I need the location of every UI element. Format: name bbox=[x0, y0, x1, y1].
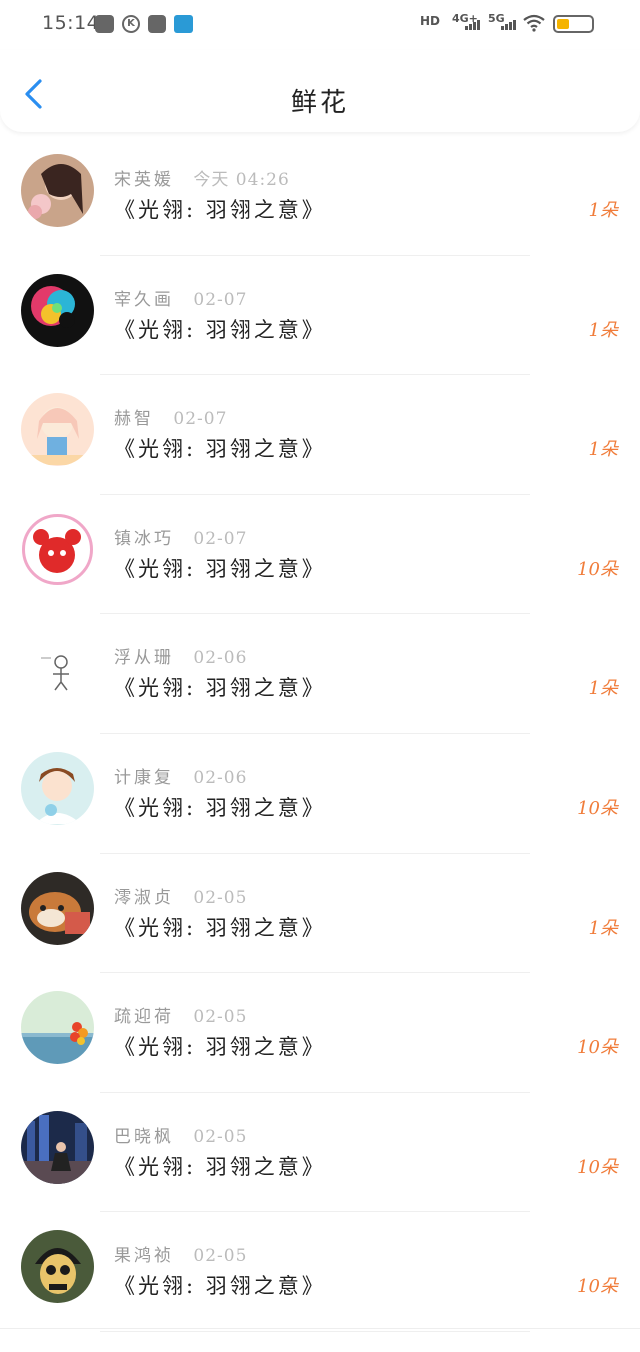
user-name[interactable]: 镇冰巧 bbox=[114, 529, 174, 549]
flower-count: 1朵 bbox=[588, 678, 618, 700]
name-time-line: 计康复 02-06 bbox=[114, 763, 247, 788]
gift-name: 《光翎: 羽翎之意》 bbox=[114, 795, 326, 820]
gift-name: 《光翎: 羽翎之意》 bbox=[114, 1035, 326, 1060]
gift-name: 《光翎: 羽翎之意》 bbox=[114, 1154, 326, 1179]
timestamp: 02-05 bbox=[193, 1246, 248, 1267]
avatar[interactable] bbox=[21, 871, 94, 945]
user-name[interactable]: 浮从珊 bbox=[114, 648, 174, 668]
gift-name: 《光翎: 羽翎之意》 bbox=[114, 317, 326, 342]
timestamp: 02-07 bbox=[193, 528, 248, 549]
avatar[interactable] bbox=[21, 1230, 94, 1304]
gift-name: 《光翎: 羽翎之意》 bbox=[114, 915, 326, 940]
cat-icon bbox=[148, 15, 166, 33]
wifi-icon bbox=[523, 14, 545, 32]
avatar[interactable] bbox=[21, 154, 94, 227]
flower-count: 1朵 bbox=[588, 319, 618, 341]
flower-count: 10朵 bbox=[577, 558, 618, 580]
user-name[interactable]: 赫智 bbox=[114, 409, 154, 429]
game-icon bbox=[95, 15, 114, 33]
user-name[interactable]: 宰久画 bbox=[114, 290, 174, 310]
list-item[interactable]: 果鸿祯 02-05 《光翎: 羽翎之意》 10朵 bbox=[0, 1212, 640, 1332]
avatar[interactable] bbox=[21, 991, 94, 1065]
timestamp: 02-07 bbox=[173, 409, 228, 430]
user-name[interactable]: 巴晓枫 bbox=[114, 1127, 174, 1147]
list-item[interactable]: 疏迎荷 02-05 《光翎: 羽翎之意》 10朵 bbox=[0, 973, 640, 1093]
flower-count: 10朵 bbox=[577, 1037, 618, 1059]
header: 鲜花 bbox=[0, 50, 640, 132]
hd-label: HD bbox=[420, 14, 441, 28]
hotspot-icon bbox=[174, 15, 193, 33]
list-item[interactable]: 计康复 02-06 《光翎: 羽翎之意》 10朵 bbox=[0, 734, 640, 854]
page-title: 鲜花 bbox=[290, 88, 349, 118]
name-time-line: 宋英媛 今天 04:26 bbox=[114, 165, 290, 190]
name-time-line: 巴晓枫 02-05 bbox=[114, 1122, 247, 1147]
gift-name: 《光翎: 羽翎之意》 bbox=[114, 676, 326, 701]
flower-count: 1朵 bbox=[588, 200, 618, 221]
name-time-line: 镇冰巧 02-07 bbox=[114, 524, 247, 549]
name-time-line: 浮从珊 02-06 bbox=[114, 643, 247, 668]
flower-count: 1朵 bbox=[588, 917, 618, 939]
avatar[interactable] bbox=[21, 632, 94, 706]
timestamp: 02-07 bbox=[193, 289, 248, 310]
timestamp: 02-05 bbox=[193, 1126, 248, 1147]
flower-count: 10朵 bbox=[577, 1156, 618, 1178]
user-name[interactable]: 宋英媛 bbox=[114, 170, 174, 190]
user-name[interactable]: 果鸿祯 bbox=[114, 1246, 174, 1266]
name-time-line: 宰久画 02-07 bbox=[114, 285, 247, 310]
timestamp: 02-06 bbox=[193, 767, 248, 788]
timestamp: 02-05 bbox=[193, 1007, 248, 1028]
name-time-line: 疏迎荷 02-05 bbox=[114, 1002, 247, 1027]
list-item[interactable]: 镇冰巧 02-07 《光翎: 羽翎之意》 10朵 bbox=[0, 495, 640, 615]
name-time-line: 澪淑贞 02-05 bbox=[114, 883, 247, 908]
timestamp: 今天 04:26 bbox=[193, 170, 290, 190]
avatar[interactable] bbox=[21, 512, 94, 586]
list-item[interactable]: 巴晓枫 02-05 《光翎: 羽翎之意》 10朵 bbox=[0, 1093, 640, 1213]
gift-record-list: 宋英媛 今天 04:26 《光翎: 羽翎之意》 1朵 宰久画 02-07 《光翎… bbox=[0, 136, 640, 1332]
timestamp: 02-05 bbox=[193, 887, 248, 908]
user-name[interactable]: 计康复 bbox=[114, 768, 174, 788]
bottom-divider bbox=[0, 1328, 640, 1329]
flower-count: 10朵 bbox=[577, 797, 618, 819]
gift-name: 《光翎: 羽翎之意》 bbox=[114, 437, 326, 462]
timestamp: 02-06 bbox=[193, 648, 248, 669]
avatar[interactable] bbox=[21, 273, 94, 347]
list-item[interactable]: 宰久画 02-07 《光翎: 羽翎之意》 1朵 bbox=[0, 256, 640, 376]
divider bbox=[100, 1330, 530, 1332]
name-time-line: 赫智 02-07 bbox=[114, 404, 227, 429]
gift-name: 《光翎: 羽翎之意》 bbox=[114, 1274, 326, 1299]
gift-name: 《光翎: 羽翎之意》 bbox=[114, 556, 326, 581]
list-item[interactable]: 澪淑贞 02-05 《光翎: 羽翎之意》 1朵 bbox=[0, 854, 640, 974]
battery-icon bbox=[553, 15, 594, 33]
list-item[interactable]: 赫智 02-07 《光翎: 羽翎之意》 1朵 bbox=[0, 375, 640, 495]
user-name[interactable]: 澪淑贞 bbox=[114, 888, 174, 908]
avatar[interactable] bbox=[21, 393, 94, 467]
flower-count: 10朵 bbox=[577, 1276, 618, 1298]
signal-5g-icon: 5G bbox=[488, 12, 516, 30]
list-item[interactable]: 宋英媛 今天 04:26 《光翎: 羽翎之意》 1朵 bbox=[0, 136, 640, 256]
avatar[interactable] bbox=[21, 1110, 94, 1184]
user-name[interactable]: 疏迎荷 bbox=[114, 1007, 174, 1027]
flower-count: 1朵 bbox=[588, 439, 618, 461]
status-bar: 15:14 K HD 4G+ 5G bbox=[0, 0, 640, 50]
signal-4g-icon: 4G+ bbox=[452, 12, 480, 30]
list-item[interactable]: 浮从珊 02-06 《光翎: 羽翎之意》 1朵 bbox=[0, 614, 640, 734]
status-time: 15:14 bbox=[42, 12, 100, 34]
gift-name: 《光翎: 羽翎之意》 bbox=[114, 198, 326, 222]
k-icon: K bbox=[122, 15, 140, 33]
avatar[interactable] bbox=[21, 751, 94, 825]
name-time-line: 果鸿祯 02-05 bbox=[114, 1241, 247, 1266]
